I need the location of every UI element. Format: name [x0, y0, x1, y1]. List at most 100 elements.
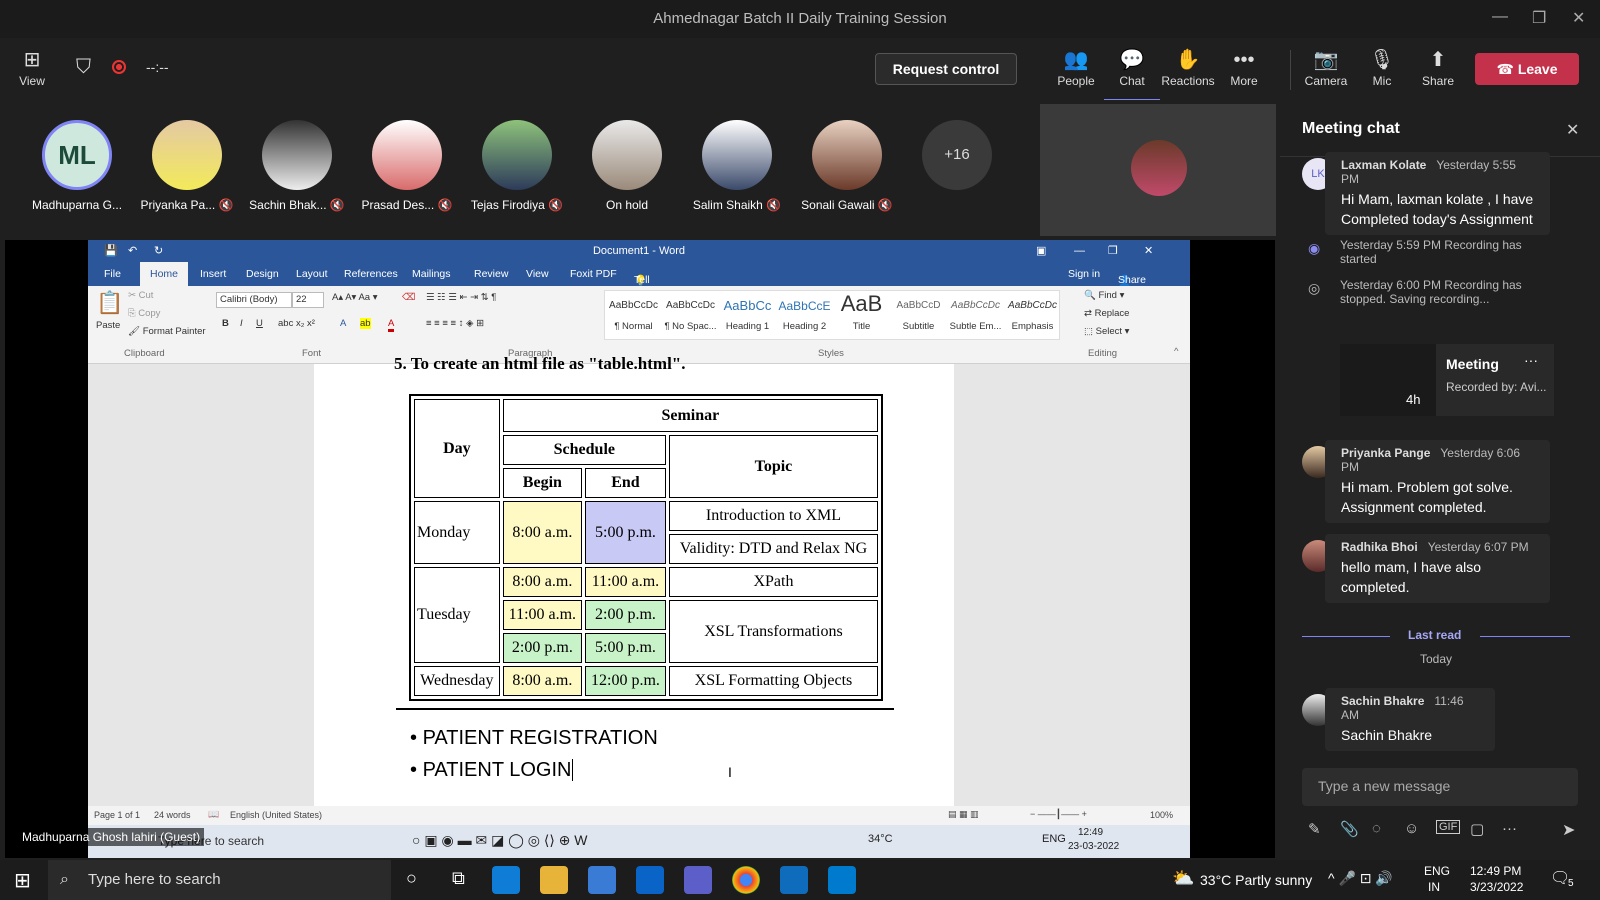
style-heading-1[interactable]: AaBbCc Heading 1 [719, 291, 776, 332]
menu-design[interactable]: Design [246, 268, 279, 280]
overflow-participants-button[interactable]: +16 [902, 120, 1012, 190]
task-view-icon[interactable]: ⧉ [452, 868, 465, 889]
zoom-level[interactable]: 100% [1150, 810, 1173, 820]
file-explorer-icon[interactable] [540, 866, 568, 894]
mail-icon[interactable] [636, 866, 664, 894]
italic-icon[interactable]: I [240, 318, 243, 329]
share-button[interactable]: ⬆ Share [1410, 46, 1466, 88]
menu-foxit-pdf[interactable]: Foxit PDF [570, 268, 617, 280]
zoom-slider[interactable]: − ——┃—— + [1030, 809, 1087, 820]
menu-mailings[interactable]: Mailings [412, 268, 451, 280]
view-mode-icon[interactable]: ▤ ▦ ▥ [948, 809, 979, 820]
style-emphasis[interactable]: AaBbCcDc Emphasis [1004, 291, 1061, 332]
strikethrough-icon[interactable]: abc x₂ x² [278, 318, 315, 329]
loop-icon[interactable]: ◌ [1372, 820, 1381, 837]
windows-start-icon[interactable]: ⊞ [14, 868, 31, 893]
chat-message[interactable]: Laxman Kolate Yesterday 5:55 PM Hi Mam, l… [1325, 152, 1550, 235]
people-button[interactable]: 👥 People [1048, 46, 1104, 88]
restore-icon[interactable]: ❐ [1532, 8, 1546, 28]
chat-message[interactable]: Sachin Bhakre 11:46 AM Sachin Bhakre [1325, 688, 1495, 751]
clock-time[interactable]: 12:49 PM [1470, 864, 1521, 878]
menu-review[interactable]: Review [474, 268, 508, 280]
paste-icon[interactable]: 📋 [96, 290, 123, 316]
style-subtitle[interactable]: AaBbCcD Subtitle [890, 291, 947, 332]
select-button[interactable]: ⬚ Select ▾ [1084, 326, 1129, 337]
document-page[interactable]: 5. To create an html file as "table.html… [314, 354, 954, 808]
style-heading-2[interactable]: AaBbCcE Heading 2 [776, 291, 833, 332]
reactions-button[interactable]: ✋ Reactions [1160, 46, 1216, 88]
menu-view[interactable]: View [526, 268, 549, 280]
sign-in-link[interactable]: Sign in [1068, 268, 1100, 280]
weather-text[interactable]: 33°C Partly sunny [1200, 872, 1312, 888]
undo-icon[interactable]: ↶ [128, 240, 137, 262]
store-icon[interactable] [588, 866, 616, 894]
style-subtle-emphasis[interactable]: AaBbCcDc Subtle Em... [947, 291, 1004, 332]
chrome-icon[interactable] [732, 866, 760, 894]
style-title[interactable]: AaB Title [833, 291, 890, 332]
word-restore-icon[interactable]: ❐ [1108, 240, 1118, 262]
align-left-icon[interactable]: ≡ ≡ ≡ ≡ ↕ ◈ ⊞ [426, 318, 484, 329]
chat-message[interactable]: Radhika Bhoi Yesterday 6:07 PM hello mam,… [1325, 534, 1550, 603]
page-count[interactable]: Page 1 of 1 [94, 810, 140, 820]
proofing-icon[interactable]: 📖 [208, 809, 219, 820]
view-button[interactable]: ⊞ View [4, 46, 60, 88]
request-control-button[interactable]: Request control [875, 53, 1017, 85]
find-button[interactable]: 🔍 Find ▾ [1084, 290, 1124, 301]
menu-home[interactable]: Home [140, 262, 189, 286]
collapse-ribbon-icon[interactable]: ^ [1174, 346, 1178, 357]
participant-tile[interactable]: ML Madhuparna G... [22, 120, 132, 212]
font-name-select[interactable]: Calibri (Body) [216, 292, 292, 308]
menu-insert[interactable]: Insert [200, 268, 226, 280]
format-icon[interactable]: ✎ [1308, 820, 1321, 838]
style-no-spacing[interactable]: AaBbCcDc ¶ No Spac... [662, 291, 719, 332]
more-options-icon[interactable]: ··· [1502, 820, 1517, 837]
recording-more-icon[interactable]: ··· [1524, 352, 1538, 368]
style-normal[interactable]: AaBbCcDc ¶ Normal [605, 291, 662, 332]
participant-tile[interactable]: Tejas Firodiya 🔇 [462, 120, 572, 212]
participant-tile[interactable]: Sachin Bhak... 🔇 [242, 120, 352, 212]
chat-message[interactable]: Priyanka Pange Yesterday 6:06 PM Hi mam. … [1325, 440, 1550, 523]
vscode-icon[interactable] [828, 866, 856, 894]
font-color-icon[interactable]: A [388, 318, 395, 332]
word-count[interactable]: 24 words [154, 810, 191, 820]
save-icon[interactable]: 💾 [104, 240, 118, 262]
copy-button[interactable]: ⎘ Copy [128, 308, 160, 319]
close-window-icon[interactable]: ✕ [1572, 8, 1585, 28]
teams-icon[interactable] [684, 866, 712, 894]
clock-date[interactable]: 3/23/2022 [1470, 880, 1523, 894]
mic-button[interactable]: 🎙 Mic [1354, 46, 1410, 88]
format-painter-button[interactable]: 🖌 Format Painter [128, 326, 206, 337]
gif-icon[interactable]: GIF [1436, 820, 1461, 834]
ribbon-display-icon[interactable]: ▣ [1036, 240, 1046, 262]
participant-tile[interactable]: On hold [572, 120, 682, 212]
participant-tile[interactable]: Prasad Des... 🔇 [352, 120, 462, 212]
grow-font-icon[interactable]: A▴ A▾ Aa ▾ [332, 292, 377, 303]
send-icon[interactable]: ➤ [1562, 820, 1575, 840]
text-effects-icon[interactable]: A [340, 318, 346, 329]
bullets-icon[interactable]: ☰ ☷ ☰ ⇤ ⇥ ⇅ ¶ [426, 292, 496, 303]
attach-icon[interactable]: 📎 [1340, 820, 1359, 838]
chat-button[interactable]: 💬 Chat [1104, 46, 1160, 102]
underline-icon[interactable]: U [256, 318, 263, 329]
message-input[interactable]: Type a new message [1302, 768, 1578, 806]
emoji-icon[interactable]: ☺ [1404, 820, 1419, 837]
participant-tile[interactable]: Salim Shaikh 🔇 [682, 120, 792, 212]
tray-icons[interactable]: ^ 🎤 ⊡ 🔊 [1328, 870, 1393, 887]
input-region[interactable]: IN [1428, 880, 1440, 894]
replace-button[interactable]: ⇄ Replace [1084, 308, 1129, 319]
sticker-icon[interactable]: ▢ [1470, 820, 1484, 838]
menu-layout[interactable]: Layout [296, 268, 328, 280]
cortana-icon[interactable]: ○ [406, 868, 417, 889]
edge-icon[interactable] [492, 866, 520, 894]
word-minimize-icon[interactable]: — [1074, 240, 1085, 262]
menu-file[interactable]: File [104, 268, 121, 280]
close-chat-icon[interactable]: ✕ [1566, 120, 1579, 140]
redo-icon[interactable]: ↻ [154, 240, 163, 262]
sharer-video-tile[interactable] [1040, 104, 1276, 236]
leave-button[interactable]: ☎ Leave [1475, 53, 1579, 85]
bold-icon[interactable]: B [222, 318, 229, 329]
recording-card[interactable]: 4h Meeting ··· Recorded by: Avi... [1340, 344, 1554, 416]
paste-label[interactable]: Paste [96, 320, 120, 331]
clear-format-icon[interactable]: ⌫ [402, 292, 415, 303]
taskbar-search[interactable]: ⌕ Type here to search [48, 860, 391, 900]
